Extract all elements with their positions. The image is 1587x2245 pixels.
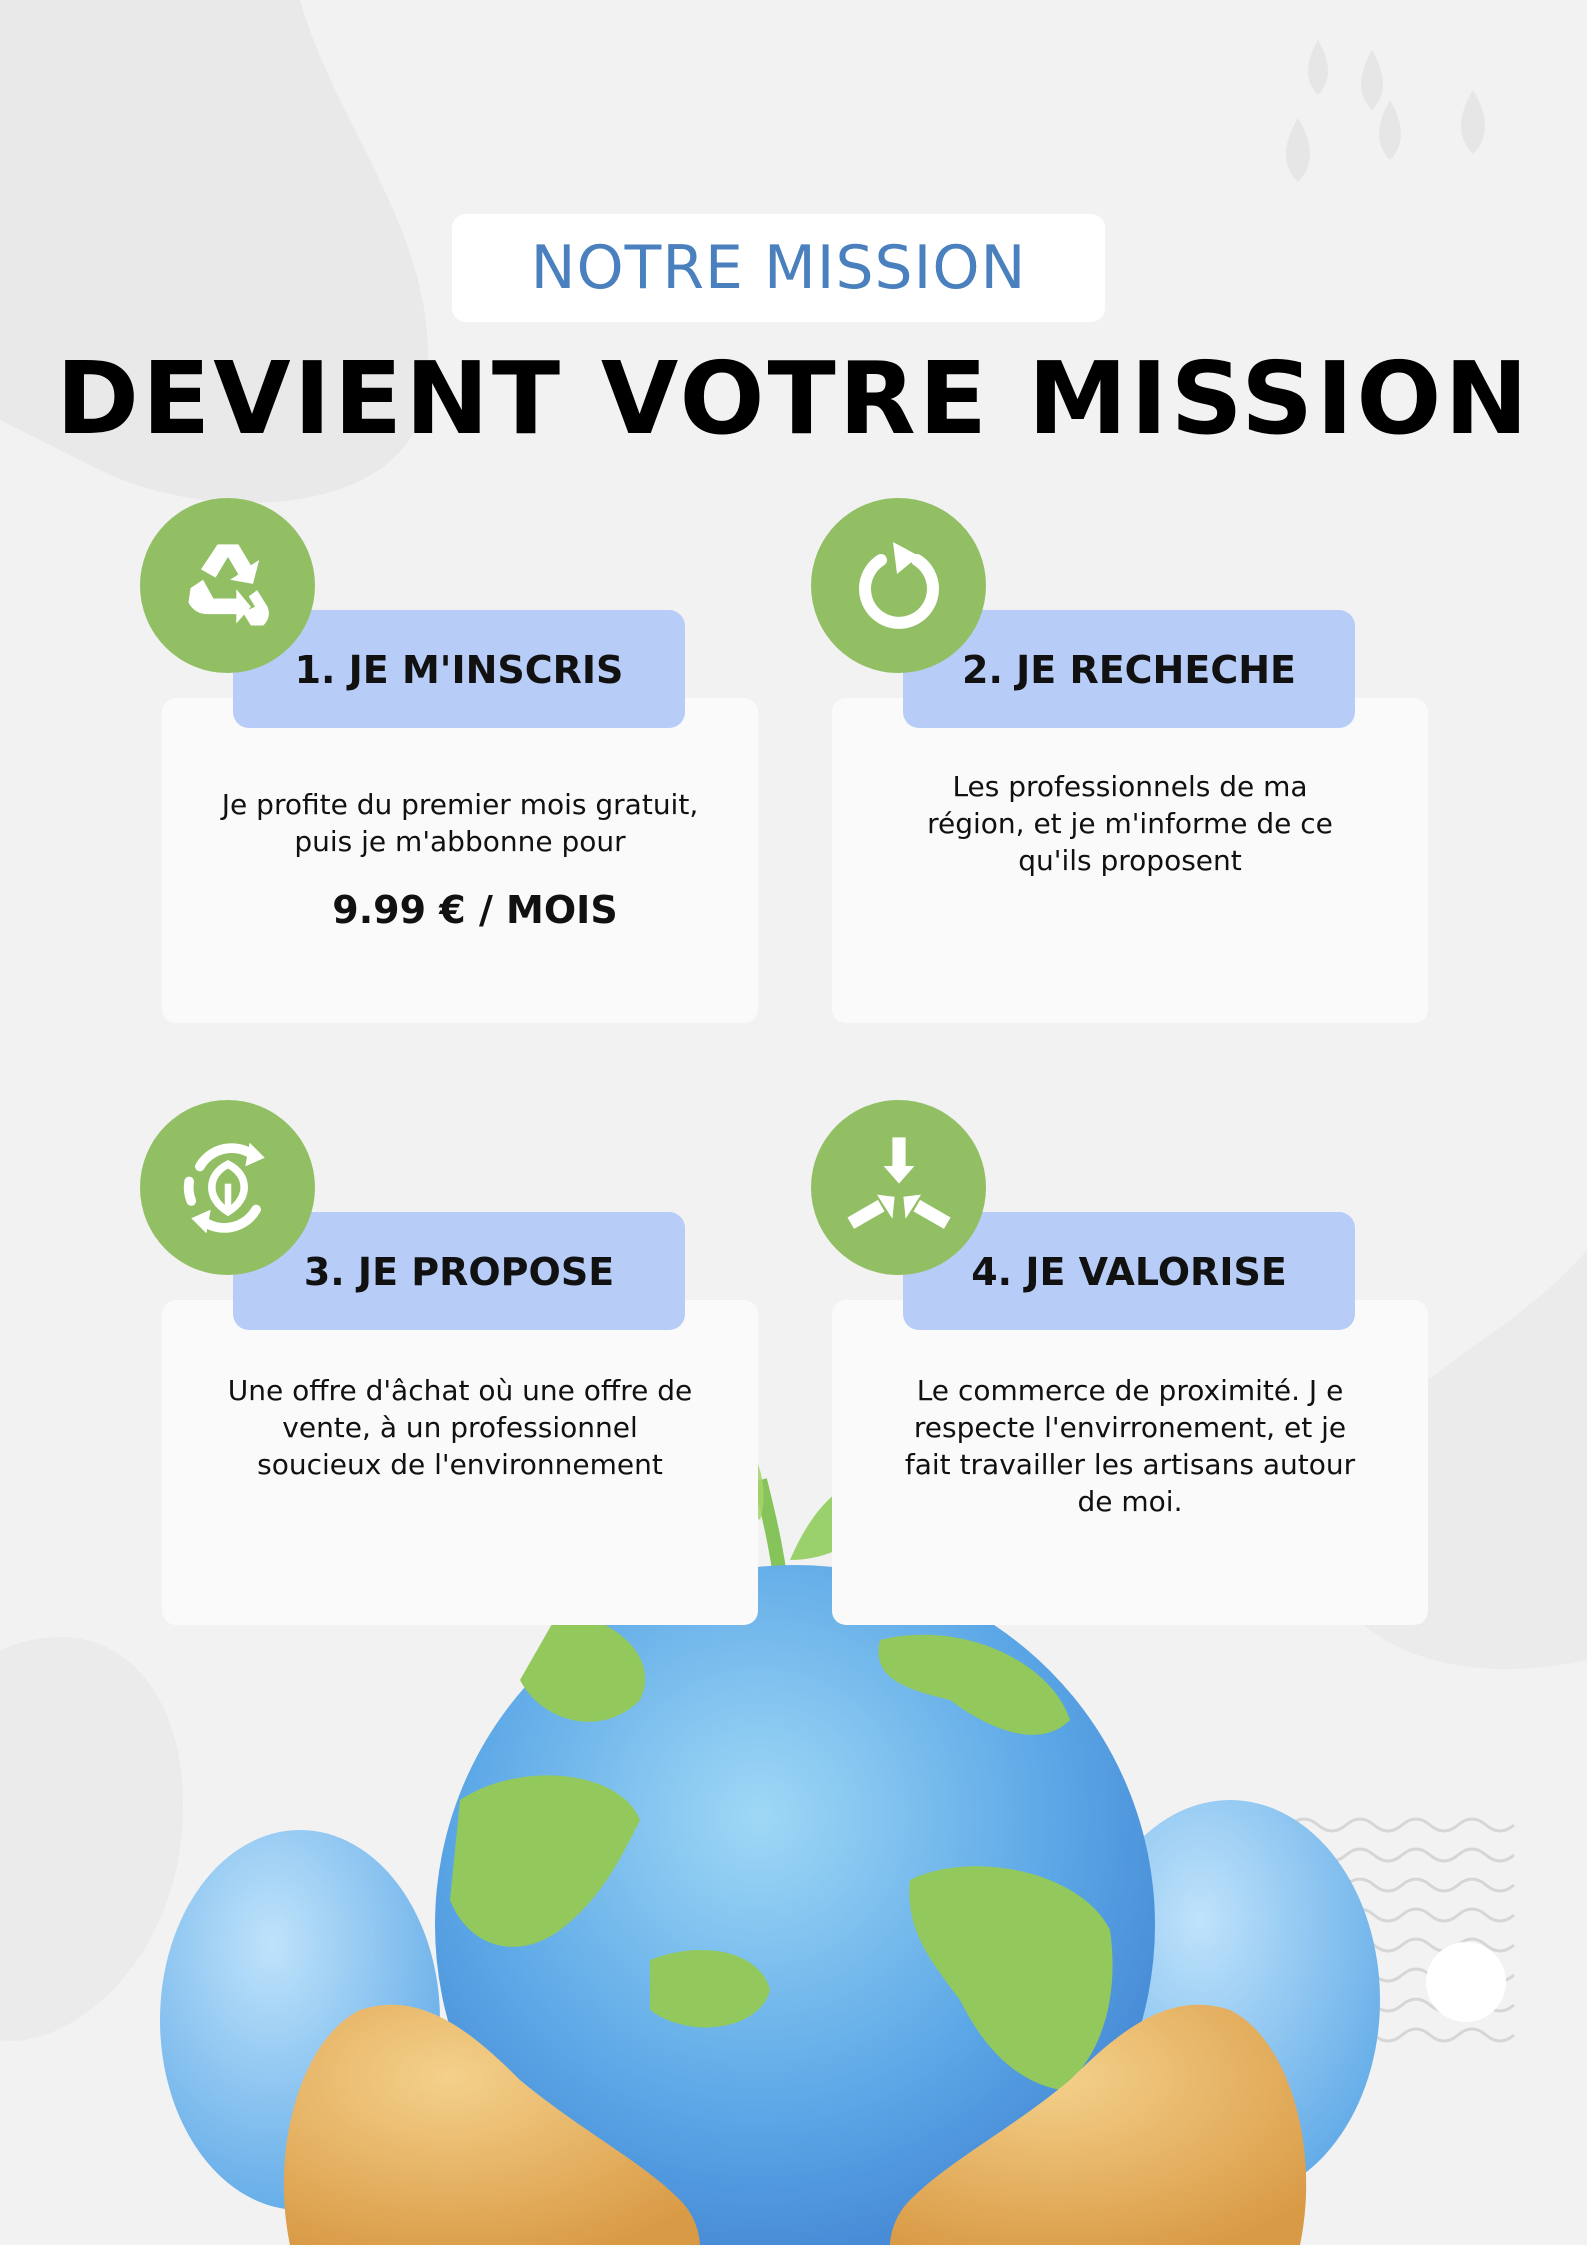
text-line: puis je m'abbonne pour <box>294 825 626 858</box>
eco-cycle-leaf-icon <box>183 1142 265 1233</box>
step-2-icon-circle <box>811 498 986 673</box>
text-line: qu'ils proposent <box>1018 844 1242 877</box>
step-3-icon-circle <box>140 1100 315 1275</box>
step-1-description: Je profite du premier mois gratuit, puis… <box>202 786 718 860</box>
step-card-1: Je profite du premier mois gratuit, puis… <box>162 698 758 1023</box>
text-line: respecte l'envirronement, et je <box>913 1411 1347 1444</box>
converging-arrows-icon <box>846 1136 951 1229</box>
kicker-text: NOTRE MISSION <box>530 233 1027 303</box>
step-4-icon-circle <box>811 1100 986 1275</box>
text-line: de moi. <box>1077 1485 1183 1518</box>
step-2-label: 2. JE RECHECHE <box>962 648 1296 692</box>
step-card-3: Une offre d'âchat où une offre de vente,… <box>162 1300 758 1625</box>
text-line: soucieux de l'environnement <box>257 1448 663 1481</box>
step-4-description: Le commerce de proximité. J e respecte l… <box>872 1372 1388 1520</box>
price-label: 9.99 € / MOIS <box>332 888 618 932</box>
step-1-icon-circle <box>140 498 315 673</box>
text-line: région, et je m'informe de ce <box>927 807 1333 840</box>
text-line: Les professionnels de ma <box>952 770 1308 803</box>
step-card-4: Le commerce de proximité. J e respecte l… <box>832 1300 1428 1625</box>
step-1-label: 1. JE M'INSCRIS <box>294 648 624 692</box>
text-line: Je profite du premier mois gratuit, <box>221 788 699 821</box>
recycle-icon <box>187 543 269 626</box>
step-2-description: Les professionnels de ma région, et je m… <box>872 768 1388 879</box>
step-4-label: 4. JE VALORISE <box>971 1250 1287 1294</box>
text-line: vente, à un professionnel <box>282 1411 638 1444</box>
text-line: Le commerce de proximité. J e <box>916 1374 1344 1407</box>
text-line: fait travailler les artisans autour <box>904 1448 1356 1481</box>
text-line: Une offre d'âchat où une offre de <box>227 1374 693 1407</box>
kicker-badge: NOTRE MISSION <box>452 214 1105 322</box>
step-3-description: Une offre d'âchat où une offre de vente,… <box>202 1372 718 1483</box>
page-title: DEVIENT VOTRE MISSION <box>55 340 1532 457</box>
step-card-2: Les professionnels de ma région, et je m… <box>832 698 1428 1023</box>
step-3-label: 3. JE PROPOSE <box>303 1250 615 1294</box>
refresh-arrow-icon <box>858 541 939 629</box>
